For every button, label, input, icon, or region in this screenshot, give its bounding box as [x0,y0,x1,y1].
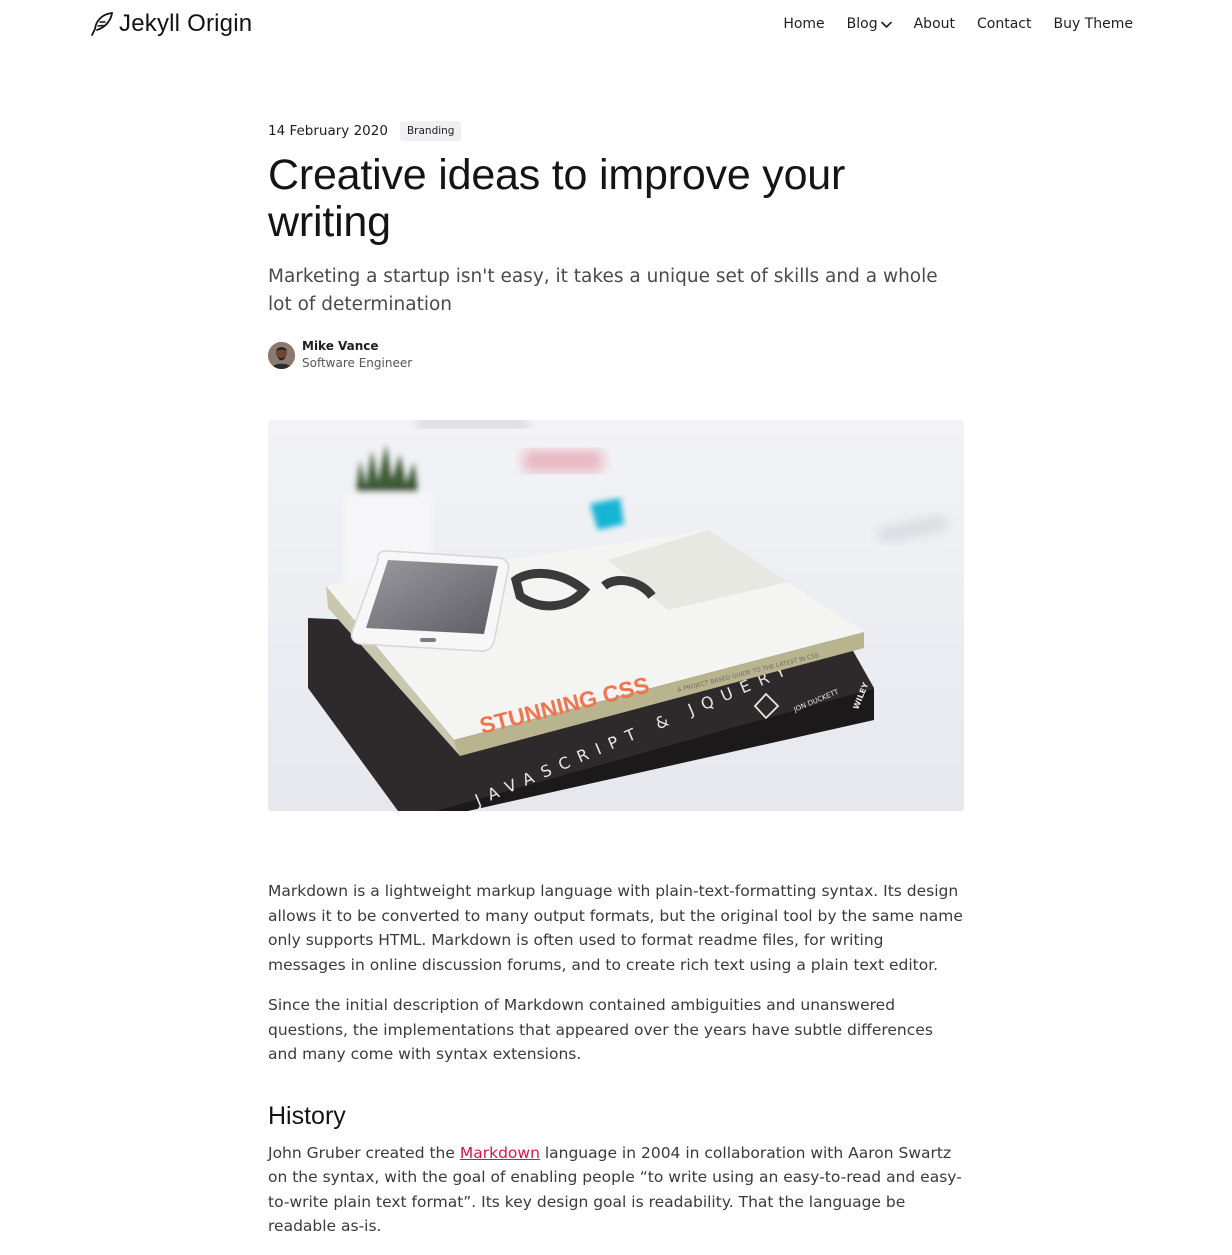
post-date: 14 February 2020 [268,123,388,139]
nav-home-label: Home [783,16,825,32]
article: 14 February 2020 Branding Creative ideas… [268,118,964,1255]
body-paragraph-1: Markdown is a lightweight markup languag… [268,882,963,974]
pink-object [523,450,603,472]
nav-contact-label: Contact [977,16,1032,32]
tag-badge[interactable]: Branding [399,121,462,141]
post-lead: Marketing a startup isn't easy, it takes… [268,266,938,315]
post-title: Creative ideas to improve your writing [268,151,846,246]
author-role: Software Engineer [302,356,413,370]
nav-contact[interactable]: Contact [977,16,1031,32]
heading-history: History [268,1101,346,1130]
nav-buy-theme[interactable]: Buy Theme [1053,16,1133,32]
site-logo[interactable]: Jekyll Origin [89,10,252,38]
main-nav: Home Blog About Contact Buy Theme [783,16,1133,32]
chevron-down-icon [880,21,892,28]
logo-text: Jekyll Origin [119,10,253,37]
nav-about[interactable]: About [914,16,955,32]
nav-home[interactable]: Home [783,16,824,32]
site-header: Jekyll Origin Home Blog About Contact Bu… [0,0,1232,52]
post-body: Markdown is a lightweight markup languag… [268,879,964,1239]
quill-icon [91,12,113,36]
dark-object [418,420,528,428]
body-paragraph-2: Since the initial description of Markdow… [268,996,933,1063]
body-paragraph-3: John Gruber created the Markdown languag… [268,1141,964,1239]
nav-blog[interactable]: Blog [847,16,892,32]
markdown-link[interactable]: Markdown [460,1144,540,1162]
nav-buy-theme-label: Buy Theme [1053,16,1133,32]
nav-blog-label: Blog [846,16,878,32]
hero-image: JAVASCRIPT & JQUERY JON DUCKETT WILEY ST… [268,420,964,811]
author-info: Mike Vance Software Engineer [302,338,412,372]
p3-text-before: John Gruber created the [268,1143,460,1162]
author-block: Mike Vance Software Engineer [268,338,964,372]
avatar[interactable] [268,341,295,369]
nav-about-label: About [913,16,956,32]
author-name[interactable]: Mike Vance [302,338,412,355]
post-meta: 14 February 2020 Branding [268,118,964,144]
